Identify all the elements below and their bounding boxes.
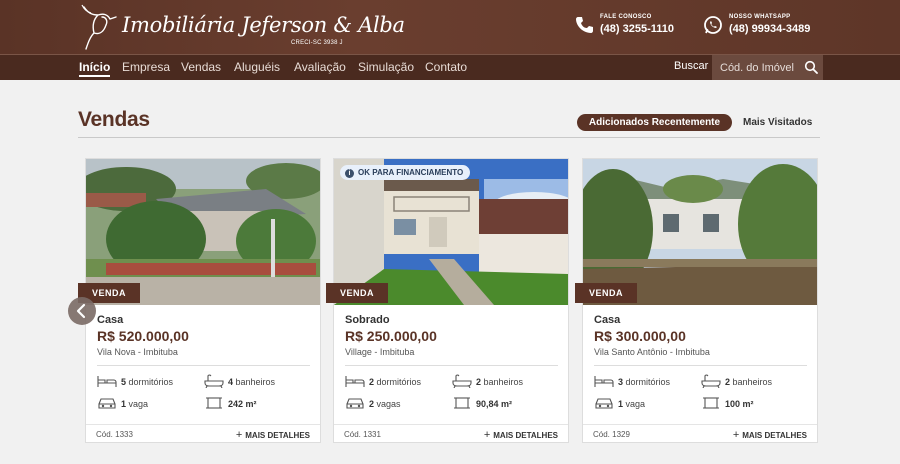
card-footer-divider (86, 424, 320, 425)
plus-icon: + (483, 429, 491, 441)
header: Imobiliária Jeferson & Alba CRECI-SC 393… (0, 0, 900, 54)
more-details-link[interactable]: + MAIS DETALHES (484, 429, 558, 441)
financing-badge: i OK PARA FINANCIAMENTO (340, 165, 471, 180)
nav-empresa[interactable]: Empresa (122, 60, 170, 74)
phone-icon (576, 17, 593, 33)
garage-label: vagas (376, 399, 401, 409)
whatsapp-number: (48) 99934-3489 (729, 23, 811, 35)
nav-simulacao[interactable]: Simulação (358, 60, 414, 74)
search-box (712, 55, 823, 80)
more-details-label: MAIS DETALHES (245, 431, 310, 440)
phone-number: (48) 3255-1110 (600, 23, 675, 35)
bedrooms-count: 3 (618, 377, 624, 387)
bathtub-icon (452, 374, 472, 388)
financing-label: OK PARA FINANCIAMENTO (358, 168, 464, 177)
property-card[interactable]: VENDA Casa R$ 520.000,00 Vila Nova - Imb… (78, 158, 321, 443)
property-price: R$ 250.000,00 (345, 328, 437, 344)
nav-avaliacao[interactable]: Avaliação (294, 60, 346, 74)
bedrooms-label: dormitórios (376, 377, 422, 387)
card-divider (594, 365, 807, 366)
property-code-input[interactable] (720, 60, 798, 75)
hummingbird-logo-icon (81, 4, 117, 50)
bathrooms-count: 4 (228, 377, 234, 387)
whatsapp-label: NOSSO WHATSAPP (729, 14, 791, 20)
card-divider (345, 365, 558, 366)
bathtub-icon (701, 374, 721, 388)
garage-label: vaga (625, 399, 646, 409)
whatsapp-contact[interactable]: NOSSO WHATSAPP (48) 99934-3489 (703, 12, 823, 42)
section-divider (78, 137, 820, 138)
site-logo[interactable]: Imobiliária Jeferson & Alba CRECI-SC 393… (78, 3, 405, 51)
carousel-prev-button[interactable] (68, 297, 96, 325)
search-label: Buscar (674, 60, 709, 72)
area-value: 242 m² (228, 399, 257, 409)
nav-contato[interactable]: Contato (425, 60, 467, 74)
property-location: Vila Santo Antônio - Imbituba (594, 347, 710, 357)
phone-contact[interactable]: FALE CONOSCO (48) 3255-1110 (574, 12, 694, 42)
bedrooms-count: 2 (369, 377, 375, 387)
garage-count: 2 (369, 399, 375, 409)
sale-badge: VENDA (326, 283, 388, 303)
main-nav: Início Empresa Vendas Aluguéis Avaliação… (0, 54, 900, 80)
bathrooms-count: 2 (476, 377, 482, 387)
property-code: Cód. 1331 (344, 430, 381, 439)
garage-count: 1 (121, 399, 127, 409)
car-icon (98, 398, 116, 409)
more-details-link[interactable]: + MAIS DETALHES (733, 429, 807, 441)
bed-icon (345, 376, 365, 387)
property-price: R$ 520.000,00 (97, 328, 189, 344)
nav-inicio[interactable]: Início (79, 60, 111, 77)
whatsapp-icon (704, 16, 722, 34)
more-details-label: MAIS DETALHES (742, 431, 807, 440)
tab-recently-added[interactable]: Adicionados Recentemente (577, 114, 732, 131)
area-value: 90,84 m² (476, 399, 513, 409)
garage-label: vaga (128, 399, 149, 409)
plus-icon: + (235, 429, 243, 441)
nav-vendas[interactable]: Vendas (181, 60, 221, 74)
nav-alugueis[interactable]: Aluguéis (234, 60, 280, 74)
bed-icon (594, 376, 614, 387)
bathrooms-label: banheiros (235, 377, 276, 387)
search-icon[interactable] (804, 60, 818, 74)
phone-label: FALE CONOSCO (600, 14, 652, 20)
garage-count: 1 (618, 399, 624, 409)
tab-most-visited[interactable]: Mais Visitados (743, 114, 812, 131)
property-type: Casa (594, 314, 621, 326)
property-price: R$ 300.000,00 (594, 328, 686, 344)
chevron-left-icon (76, 303, 86, 319)
property-type: Sobrado (345, 314, 390, 326)
area-icon (454, 397, 470, 409)
area-value: 100 m² (725, 399, 754, 409)
property-card[interactable]: VENDA Casa R$ 300.000,00 Vila Santo Antô… (575, 158, 818, 443)
property-location: Village - Imbituba (345, 347, 415, 357)
property-type: Casa (97, 314, 124, 326)
bathrooms-label: banheiros (483, 377, 524, 387)
card-footer-divider (334, 424, 568, 425)
area-icon (703, 397, 719, 409)
brand-name: Imobiliária Jeferson & Alba (122, 13, 405, 37)
car-icon (346, 398, 364, 409)
more-details-link[interactable]: + MAIS DETALHES (236, 429, 310, 441)
bathtub-icon (204, 374, 224, 388)
bathrooms-label: banheiros (732, 377, 773, 387)
bedrooms-label: dormitórios (128, 377, 174, 387)
info-icon: i (345, 169, 354, 178)
property-code: Cód. 1333 (96, 430, 133, 439)
sale-badge: VENDA (575, 283, 637, 303)
bathrooms-count: 2 (725, 377, 731, 387)
area-icon (206, 397, 222, 409)
card-divider (97, 365, 310, 366)
car-icon (595, 398, 613, 409)
bedrooms-label: dormitórios (625, 377, 671, 387)
bed-icon (97, 376, 117, 387)
creci-number: CRECI-SC 3938 J (291, 40, 343, 46)
property-code: Cód. 1329 (593, 430, 630, 439)
bedrooms-count: 5 (121, 377, 127, 387)
section-title: Vendas (78, 108, 150, 131)
more-details-label: MAIS DETALHES (493, 431, 558, 440)
card-footer-divider (583, 424, 817, 425)
property-location: Vila Nova - Imbituba (97, 347, 178, 357)
property-card[interactable]: i OK PARA FINANCIAMENTO VENDA Sobrado R$ … (326, 158, 569, 443)
plus-icon: + (732, 429, 740, 441)
